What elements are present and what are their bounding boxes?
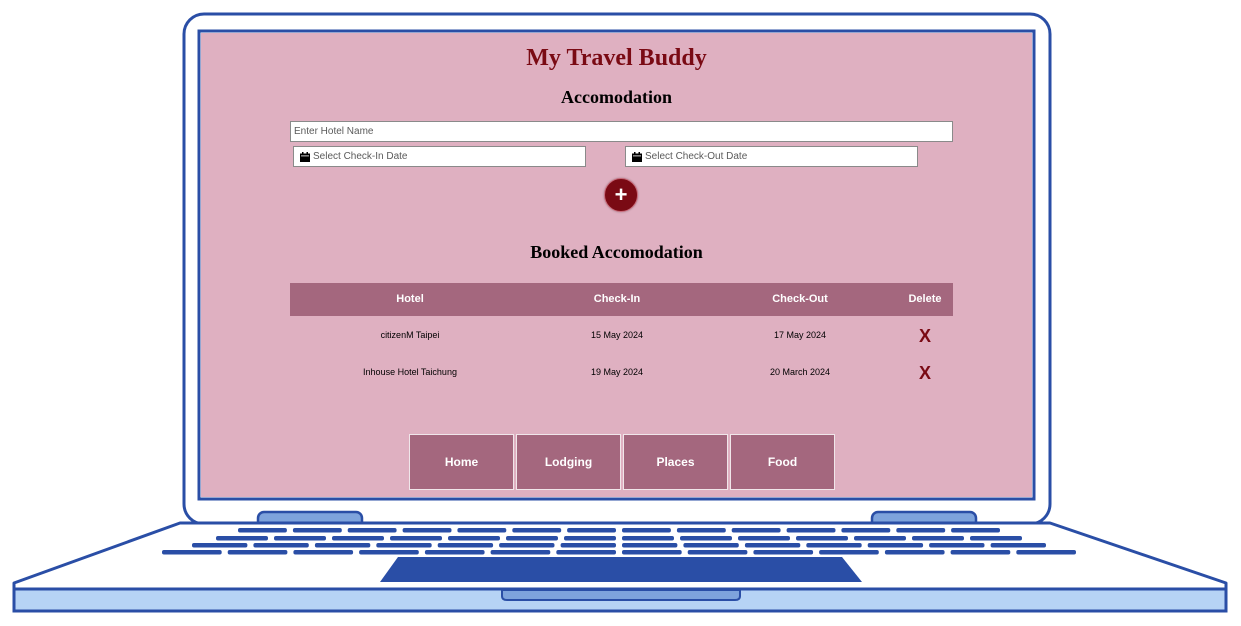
keyboard-key bbox=[564, 536, 616, 541]
keyboard-key bbox=[951, 528, 1000, 533]
keyboard-key bbox=[1016, 550, 1076, 555]
keyboard-key bbox=[390, 536, 442, 541]
keyboard-key bbox=[192, 543, 248, 548]
checkin-date-input[interactable]: Select Check-In Date bbox=[293, 146, 586, 167]
keyboard-key bbox=[556, 550, 616, 555]
keyboard-key bbox=[253, 543, 309, 548]
keyboard-key bbox=[457, 528, 507, 533]
checkout-placeholder: Select Check-Out Date bbox=[645, 151, 748, 162]
keyboard-key bbox=[622, 543, 678, 548]
keyboard-key bbox=[796, 536, 848, 541]
keyboard-key bbox=[970, 536, 1022, 541]
nav-lodging-button[interactable]: Lodging bbox=[516, 434, 621, 490]
check-out-cell: 17 May 2024 bbox=[773, 330, 827, 340]
keyboard-key bbox=[841, 528, 891, 533]
calendar-icon bbox=[300, 151, 310, 162]
column-header-check-out: Check-Out bbox=[772, 293, 828, 305]
keyboard-key bbox=[162, 550, 222, 555]
checkout-date-input[interactable]: Select Check-Out Date bbox=[625, 146, 918, 167]
keyboard-key bbox=[227, 550, 288, 555]
keyboard-key bbox=[622, 528, 671, 533]
accomodation-heading: Accomodation bbox=[561, 87, 672, 107]
keyboard-key bbox=[359, 550, 419, 555]
keyboard-key bbox=[560, 543, 616, 548]
checkin-placeholder: Select Check-In Date bbox=[313, 151, 408, 162]
keyboard-key bbox=[896, 528, 946, 533]
keyboard-key bbox=[676, 528, 726, 533]
column-header-check-in: Check-In bbox=[593, 293, 641, 305]
delete-x-icon[interactable]: X bbox=[919, 364, 931, 382]
keyboard-key bbox=[314, 543, 371, 548]
app-title: My Travel Buddy bbox=[526, 45, 707, 71]
keyboard-key bbox=[499, 543, 555, 548]
column-header-hotel: Hotel bbox=[396, 293, 424, 305]
keyboard-key bbox=[437, 543, 494, 548]
calendar-icon bbox=[632, 151, 642, 162]
keyboard-key bbox=[731, 528, 781, 533]
keyboard-key bbox=[753, 550, 814, 555]
check-in-cell: 15 May 2024 bbox=[590, 330, 644, 340]
keyboard-key bbox=[424, 550, 485, 555]
check-in-cell: 19 May 2024 bbox=[590, 367, 644, 377]
keyboard-key bbox=[274, 536, 326, 541]
keyboard-key bbox=[819, 550, 879, 555]
keyboard-key bbox=[884, 550, 945, 555]
table-header: Hotel Check-In Check-Out Delete bbox=[290, 283, 953, 316]
hotel-cell: Inhouse Hotel Taichung bbox=[363, 367, 457, 377]
keyboard-key bbox=[622, 550, 682, 555]
keyboard-key bbox=[506, 536, 558, 541]
booked-accomodation-heading: Booked Accomodation bbox=[530, 242, 703, 262]
hotel-name-placeholder: Enter Hotel Name bbox=[294, 126, 374, 137]
keyboard-key bbox=[347, 528, 397, 533]
nav-home-button[interactable]: Home bbox=[409, 434, 514, 490]
app-screen: My Travel Buddy Accomodation Enter Hotel… bbox=[201, 33, 1032, 497]
keyboard-key bbox=[806, 543, 862, 548]
keyboard-key bbox=[744, 543, 801, 548]
keyboard-key bbox=[990, 543, 1046, 548]
keyboard-key bbox=[292, 528, 342, 533]
keyboard-key bbox=[512, 528, 562, 533]
keyboard-key bbox=[854, 536, 906, 541]
keyboard-key bbox=[376, 543, 432, 548]
keyboard-key bbox=[490, 550, 551, 555]
keyboard-key bbox=[680, 536, 732, 541]
keyboard-key bbox=[448, 536, 500, 541]
table-row: citizenM Taipei 15 May 2024 17 May 2024 … bbox=[290, 324, 953, 348]
keyboard-key bbox=[567, 528, 616, 533]
check-out-cell: 20 March 2024 bbox=[769, 367, 831, 377]
keyboard-key bbox=[912, 536, 964, 541]
keyboard-key bbox=[786, 528, 836, 533]
keyboard-key bbox=[738, 536, 790, 541]
keyboard-key bbox=[332, 536, 384, 541]
keyboard-key bbox=[402, 528, 452, 533]
keyboard-key bbox=[687, 550, 748, 555]
nav-food-button[interactable]: Food bbox=[730, 434, 835, 490]
keyboard-key bbox=[929, 543, 985, 548]
table-row: Inhouse Hotel Taichung 19 May 2024 20 Ma… bbox=[290, 361, 953, 385]
delete-x-icon[interactable]: X bbox=[919, 327, 931, 345]
keyboard-key bbox=[867, 543, 924, 548]
keyboard-key bbox=[622, 536, 674, 541]
hotel-cell: citizenM Taipei bbox=[380, 330, 440, 340]
nav-places-button[interactable]: Places bbox=[623, 434, 728, 490]
keyboard-key bbox=[216, 536, 268, 541]
keyboard-key bbox=[683, 543, 739, 548]
keyboard-key bbox=[238, 528, 287, 533]
keyboard-key bbox=[950, 550, 1011, 555]
add-accomodation-button[interactable]: + bbox=[604, 178, 638, 212]
keyboard-key bbox=[293, 550, 354, 555]
column-header-delete: Delete bbox=[908, 293, 942, 305]
plus-icon: + bbox=[614, 182, 628, 207]
hotel-name-input[interactable]: Enter Hotel Name bbox=[290, 121, 953, 142]
